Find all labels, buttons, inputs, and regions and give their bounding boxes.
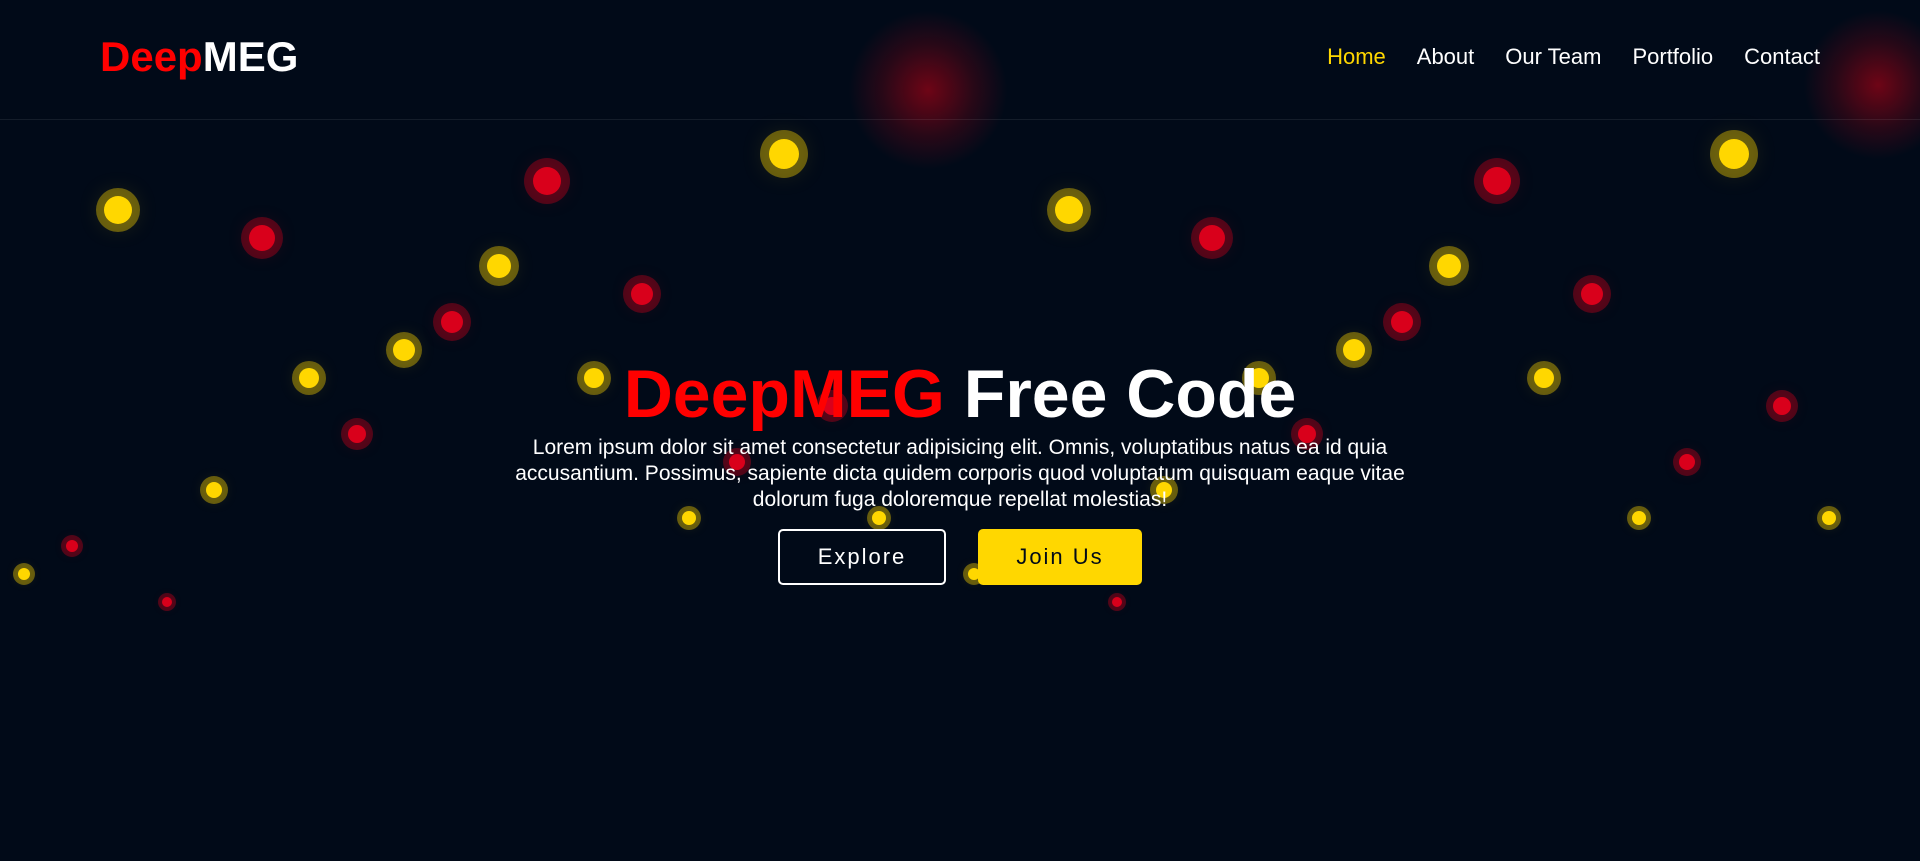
red-light [249,225,275,251]
explore-button[interactable]: Explore [778,529,946,585]
logo-part-meg: MEG [202,33,299,80]
logo-part-deep: Deep [100,33,203,80]
hero-title-rest: Free Code [963,356,1297,432]
red-light [162,597,172,607]
nav-link-home[interactable]: Home [1327,44,1386,70]
logo[interactable]: DeepMEG [100,34,298,80]
yellow-light [104,196,132,224]
site-header: DeepMEG Home About Our Team Portfolio Co… [0,0,1920,120]
nav-link-contact[interactable]: Contact [1744,44,1820,70]
hero-description: Lorem ipsum dolor sit amet consectetur a… [515,436,1405,511]
page: DeepMEG Home About Our Team Portfolio Co… [0,0,1920,861]
yellow-light [1437,254,1461,278]
hero-section: DeepMEG Free Code Lorem ipsum dolor sit … [0,355,1920,585]
red-light [631,283,653,305]
yellow-light [1719,139,1749,169]
red-light [1581,283,1603,305]
nav-link-about[interactable]: About [1417,44,1475,70]
red-light [533,167,561,195]
main-nav: Home About Our Team Portfolio Contact [1327,44,1820,70]
red-light [1112,597,1122,607]
red-light [1483,167,1511,195]
hero-actions: Explore Join Us [0,529,1920,585]
hero-title: DeepMEG Free Code [0,355,1920,433]
hero-title-brand: DeepMEG [623,356,945,432]
nav-link-portfolio[interactable]: Portfolio [1632,44,1713,70]
yellow-light [1055,196,1083,224]
red-light [1199,225,1225,251]
red-light [1391,311,1413,333]
yellow-light [487,254,511,278]
join-us-button[interactable]: Join Us [978,529,1142,585]
red-light [441,311,463,333]
nav-link-our-team[interactable]: Our Team [1505,44,1601,70]
yellow-light [769,139,799,169]
